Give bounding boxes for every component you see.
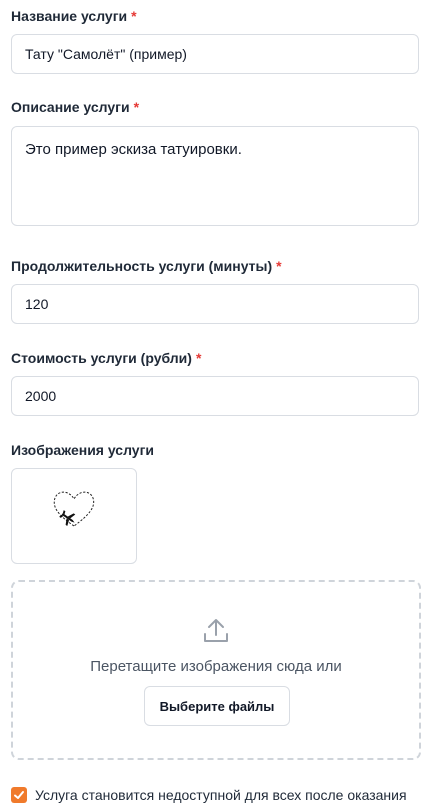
checkmark-icon	[14, 791, 24, 799]
required-mark: *	[276, 258, 282, 274]
required-mark: *	[131, 8, 137, 24]
unavailable-after-booking-checkbox[interactable]	[11, 787, 27, 803]
service-price-input[interactable]: 2000	[11, 376, 419, 416]
service-price-label: Стоимость услуги (рубли) *	[11, 350, 202, 366]
dropzone-text: Перетащите изображения сюда или	[90, 658, 342, 675]
service-description-label: Описание услуги *	[11, 99, 140, 115]
image-thumbnail[interactable]	[11, 468, 137, 564]
required-mark: *	[195, 350, 202, 366]
unavailable-after-booking-label[interactable]: Услуга становится недоступной для всех п…	[35, 787, 407, 803]
service-duration-label: Продолжительность услуги (минуты) *	[11, 258, 282, 274]
image-dropzone[interactable]: Перетащите изображения сюда или Выберите…	[11, 580, 421, 760]
service-description-textarea[interactable]: Это пример эскиза татуировки.	[11, 126, 419, 226]
choose-files-button[interactable]: Выберите файлы	[144, 686, 290, 726]
service-duration-input[interactable]: 120	[11, 284, 419, 324]
service-name-label: Название услуги *	[11, 8, 137, 24]
heart-airplane-sketch-icon	[53, 491, 95, 527]
service-name-input[interactable]: Тату "Самолёт" (пример)	[11, 34, 419, 74]
service-images-label: Изображения услуги	[11, 442, 155, 458]
upload-icon	[204, 619, 228, 642]
required-mark: *	[133, 99, 140, 115]
